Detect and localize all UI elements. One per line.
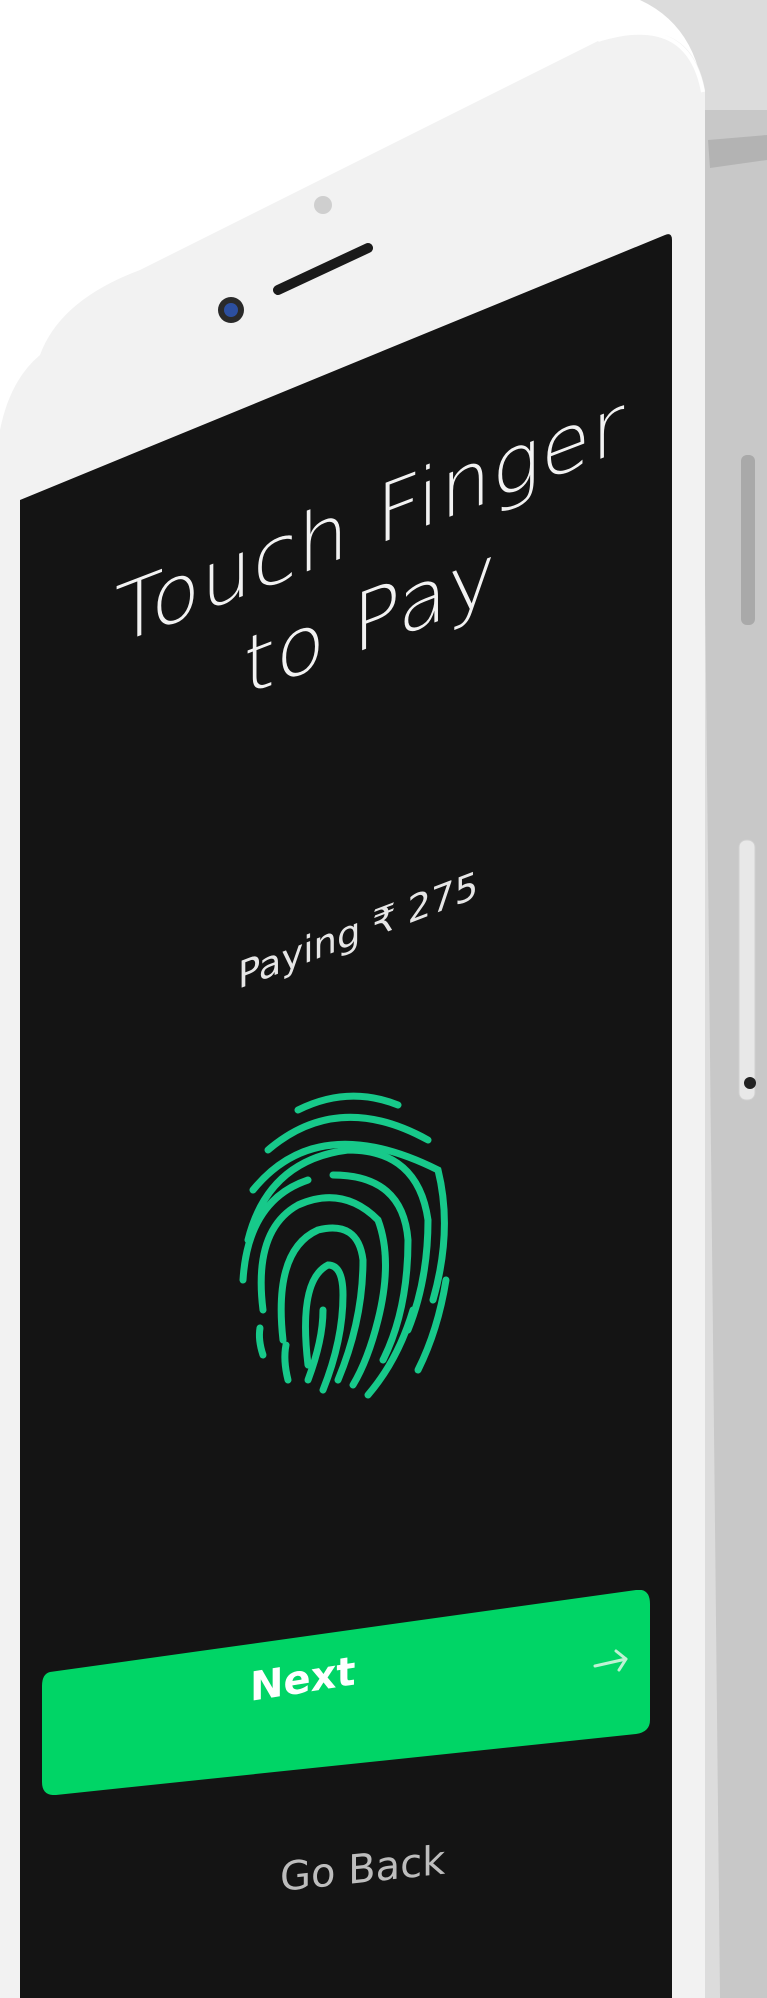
mockup-stage: Touch Finger to Pay Paying ₹ 275 Next Go…	[0, 0, 767, 1998]
arrow-right-icon	[592, 1648, 632, 1678]
fingerprint-icon[interactable]	[228, 1080, 468, 1410]
